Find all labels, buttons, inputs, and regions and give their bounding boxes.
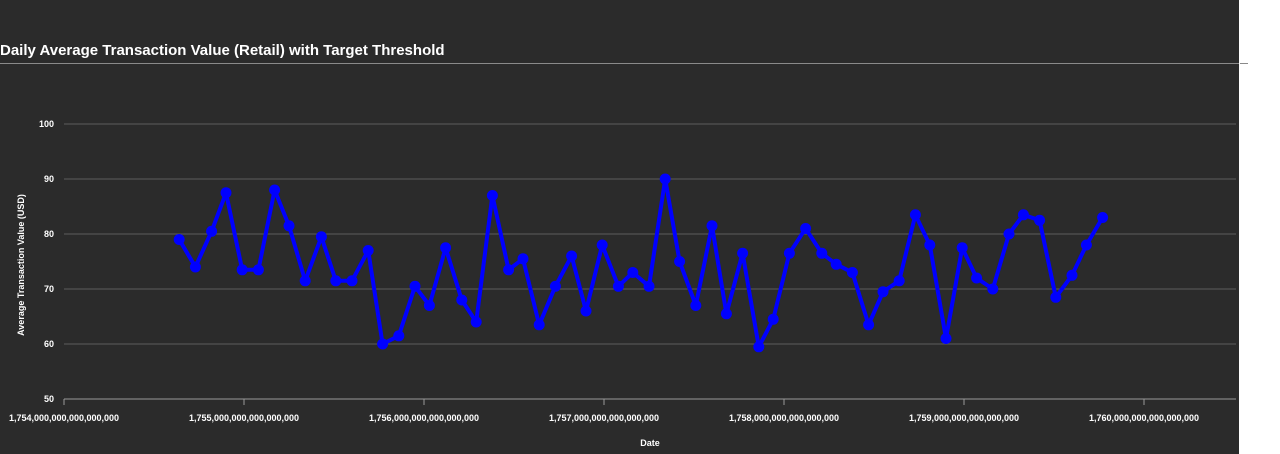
data-point xyxy=(206,225,218,237)
data-point xyxy=(924,239,936,251)
data-point xyxy=(971,272,983,284)
data-point xyxy=(173,234,185,245)
data-point xyxy=(612,280,624,292)
y-tick-label: 80 xyxy=(44,229,54,239)
data-point xyxy=(1080,239,1092,251)
data-point xyxy=(940,333,952,344)
data-point xyxy=(1050,291,1062,303)
x-tick-label: 1,757,000,000,000,000,000 xyxy=(549,413,659,423)
x-tick-label: 1,756,000,000,000,000,000 xyxy=(369,413,479,423)
data-point xyxy=(269,184,281,196)
data-point xyxy=(893,275,905,287)
y-axis-label: Average Transaction Value (USD) xyxy=(16,194,26,336)
series-layer xyxy=(173,173,1109,353)
data-point xyxy=(393,330,405,342)
x-axis-label: Date xyxy=(640,438,660,448)
data-point xyxy=(830,258,842,270)
line-chart: 5060708090100 1,754,000,000,000,000,000 1… xyxy=(9,119,1236,448)
x-axis-ticks: 1,754,000,000,000,000,000 1,755,000,000,0… xyxy=(9,413,1199,423)
data-point xyxy=(1034,214,1046,226)
y-tick-label: 50 xyxy=(44,394,54,404)
data-point xyxy=(690,300,702,311)
data-point xyxy=(627,267,639,278)
data-point xyxy=(189,261,201,273)
data-point xyxy=(987,283,999,295)
x-tick-label: 1,755,000,000,000,000,000 xyxy=(189,413,299,423)
data-point xyxy=(909,209,921,221)
y-tick-label: 90 xyxy=(44,174,54,184)
data-point xyxy=(236,264,248,276)
data-point xyxy=(863,319,875,331)
data-point xyxy=(503,264,515,276)
data-point xyxy=(674,256,686,267)
data-point xyxy=(252,264,264,276)
data-point xyxy=(1017,209,1029,221)
data-point xyxy=(486,190,498,201)
data-point xyxy=(659,173,671,185)
data-point xyxy=(315,231,327,243)
data-point xyxy=(706,220,718,232)
x-tick-label: 1,759,000,000,000,000,000 xyxy=(909,413,1019,423)
y-tick-label: 60 xyxy=(44,339,54,349)
data-point xyxy=(877,286,889,298)
x-tick-label: 1,760,000,000,000,000,000 xyxy=(1089,413,1199,423)
data-point xyxy=(440,242,452,254)
data-point xyxy=(377,338,389,350)
data-point xyxy=(470,316,482,328)
data-point xyxy=(299,275,311,287)
data-point xyxy=(566,250,578,262)
y-tick-label: 70 xyxy=(44,284,54,294)
data-point xyxy=(956,242,968,254)
data-point xyxy=(549,280,561,292)
data-point xyxy=(846,267,858,278)
data-point xyxy=(596,239,608,251)
data-point xyxy=(816,247,828,259)
series-line xyxy=(177,177,1105,349)
data-point xyxy=(800,223,812,234)
data-point xyxy=(220,187,232,199)
data-point xyxy=(456,294,468,306)
data-point xyxy=(783,247,795,259)
data-point xyxy=(767,313,779,325)
edge-divider xyxy=(1240,63,1248,64)
data-point xyxy=(283,220,295,232)
data-point xyxy=(643,280,655,292)
data-point xyxy=(362,245,374,256)
data-point xyxy=(737,247,749,259)
data-point xyxy=(346,275,358,287)
data-point xyxy=(533,319,545,331)
y-tick-label: 100 xyxy=(39,119,54,129)
data-point xyxy=(580,305,592,317)
x-tick-label: 1,758,000,000,000,000,000 xyxy=(729,413,839,423)
data-point xyxy=(1003,228,1015,240)
x-tick-label: 1,754,000,000,000,000,000 xyxy=(9,413,119,423)
data-point xyxy=(753,341,765,353)
data-point xyxy=(409,280,421,292)
data-point xyxy=(517,253,529,265)
data-point xyxy=(423,300,435,311)
y-axis-ticks: 50 60 70 80 90 100 xyxy=(39,119,54,404)
data-point xyxy=(720,308,732,320)
data-point xyxy=(1097,212,1109,223)
data-point xyxy=(330,275,342,287)
data-point xyxy=(1066,269,1078,281)
